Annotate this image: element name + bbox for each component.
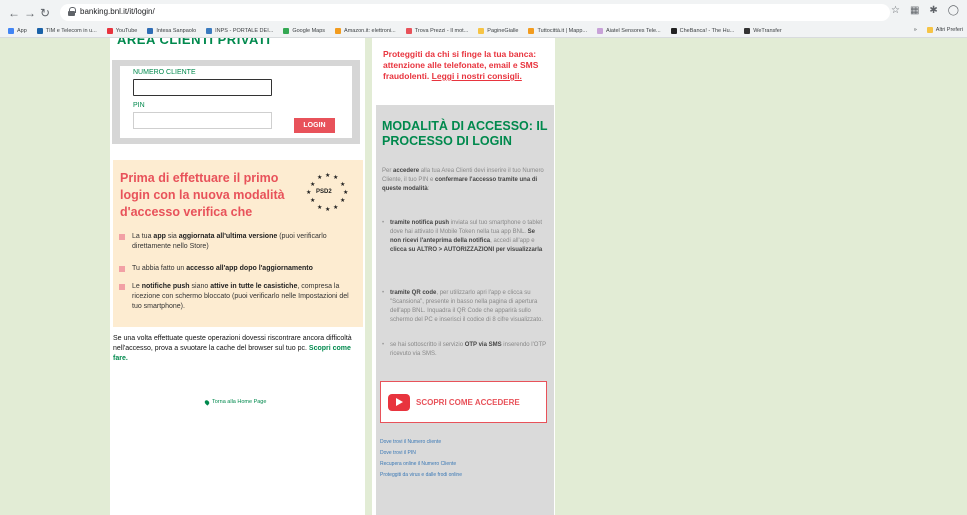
bookmark-paginegialle[interactable]: PagineGialle (478, 28, 518, 34)
other-bookmarks[interactable]: Altri Preferi (926, 27, 963, 33)
folder-icon (926, 27, 933, 33)
fraud-warning-link[interactable]: Leggi i nostri consigli. (432, 71, 522, 81)
access-mode-panel: MODALITÀ DI ACCESSO: IL PROCESSO DI LOGI… (376, 105, 554, 515)
browser-toolbar-icons: ☆ ▦ ✱ ◯ (891, 5, 959, 17)
lock-icon (68, 7, 76, 16)
link-client-number[interactable]: Dove trovi il Numero cliente (380, 439, 441, 445)
star-icon: ★ (333, 175, 339, 181)
chebanca-icon (670, 28, 677, 34)
link-recover-client-number[interactable]: Recupera online il Numero Cliente (380, 461, 456, 467)
bookmarks-more-icon[interactable]: » (914, 27, 917, 33)
login-form-inner: NUMERO CLIENTE PIN LOGIN (120, 66, 352, 138)
check-item-app-access: Tu abbia fatto un accesso all'app dopo l… (119, 264, 357, 274)
star-icon[interactable]: ☆ (891, 5, 900, 17)
bookmark-aiatel[interactable]: Aiatel Sensores Tele... (597, 28, 661, 34)
cache-help-text: Se una volta effettuate queste operazion… (113, 335, 352, 362)
back-arrow-icon[interactable]: ← (8, 6, 20, 20)
home-marker-icon (203, 398, 211, 406)
bookmarks-overflow: » Altri Preferi (914, 27, 963, 33)
paginegialle-icon (478, 28, 485, 34)
bookmark-amazon[interactable]: Amazon.it: elettroni... (335, 28, 396, 34)
star-icon: ★ (317, 175, 323, 181)
star-icon: ★ (310, 182, 316, 188)
psd2-label: PSD2 (316, 189, 332, 195)
discover-access-button[interactable]: SCOPRI COME ACCEDERE (380, 381, 547, 423)
access-mode-intro: Per accedere alla tua Area Clienti devi … (382, 168, 544, 192)
pin-label: PIN (133, 102, 145, 109)
wetransfer-icon (744, 28, 751, 34)
forward-arrow-icon[interactable]: → (24, 6, 36, 20)
bookmark-intesa[interactable]: Intesa Sanpaolo (147, 28, 196, 34)
reload-icon[interactable]: ↻ (40, 6, 50, 20)
link-fraud-protection[interactable]: Proteggiti da virus e dalle frodi online (380, 472, 462, 478)
star-icon: ★ (325, 207, 331, 213)
star-icon: ★ (340, 198, 346, 204)
psd2-info-box: Prima di effettuare il primo login con l… (113, 160, 363, 327)
psd2-stars-badge: ★ ★ ★ ★ ★ ★ ★ ★ ★ ★ ★ ★ PSD2 (305, 170, 351, 216)
bookmark-inps[interactable]: INPS - PORTALE DEI... (206, 28, 273, 34)
bookmarks-bar: App TIM e Telecom in u... YouTube Intesa… (0, 24, 967, 38)
star-icon: ★ (306, 190, 312, 196)
bookmark-apps[interactable]: App (8, 28, 27, 34)
browser-chrome: ← → ↻ banking.bnl.it/it/login/ ☆ ▦ ✱ ◯ A… (0, 0, 967, 38)
bookmark-tim[interactable]: TIM e Telecom in u... (36, 28, 97, 34)
home-page-link[interactable]: Torna alla Home Page (203, 398, 266, 406)
check-item-app-version: La tua app sia aggiornata all'ultima ver… (119, 232, 357, 252)
bookmark-chebanca[interactable]: CheBanca! - The Hu... (670, 28, 734, 34)
star-icon: ★ (310, 198, 316, 204)
extension-icon[interactable]: ▦ (910, 5, 919, 17)
discover-access-label: SCOPRI COME ACCEDERE (416, 397, 520, 407)
map-pin-icon (528, 28, 535, 34)
page-viewport: AREA CLIENTI PRIVATI NUMERO CLIENTE PIN … (0, 38, 967, 515)
star-icon: ★ (343, 190, 349, 196)
fraud-warning: Proteggiti da chi si finge la tua banca:… (383, 49, 539, 81)
client-number-input[interactable] (133, 79, 272, 96)
bookmark-youtube[interactable]: YouTube (106, 28, 137, 34)
amazon-icon (335, 28, 342, 34)
bookmark-wetransfer[interactable]: WeTransfer (744, 28, 782, 34)
url-text: banking.bnl.it/it/login/ (80, 7, 155, 16)
trovaprezzi-icon (405, 28, 412, 34)
access-mode-title: MODALITÀ DI ACCESSO: IL PROCESSO DI LOGI… (382, 119, 548, 148)
inps-icon (206, 28, 213, 34)
access-mode-push: tramite notifica push inviata sul tuo sm… (382, 219, 546, 255)
profile-icon[interactable]: ◯ (948, 5, 959, 17)
star-icon: ★ (333, 205, 339, 211)
youtube-icon (106, 28, 113, 34)
login-button[interactable]: LOGIN (294, 118, 335, 133)
check-item-push-notifications: Le notifiche push siano attive in tutte … (119, 282, 357, 312)
intesa-icon (147, 28, 154, 34)
tim-icon (36, 28, 43, 34)
access-mode-qr: tramite QR code, per utilizzarlo apri l'… (382, 289, 546, 325)
access-mode-otp: se hai sottoscritto il servizio OTP via … (382, 341, 546, 359)
client-number-label: NUMERO CLIENTE (133, 69, 196, 76)
map-pin-icon (283, 28, 290, 34)
puzzle-icon[interactable]: ✱ (929, 5, 937, 17)
area-clienti-title: AREA CLIENTI PRIVATI (117, 38, 271, 47)
info-title: Prima di effettuare il primo login con l… (120, 171, 285, 219)
aiatel-icon (597, 28, 604, 34)
youtube-play-icon (388, 393, 410, 411)
address-bar[interactable]: banking.bnl.it/it/login/ (60, 4, 890, 21)
star-icon: ★ (317, 205, 323, 211)
bookmark-google-maps[interactable]: Google Maps (283, 28, 325, 34)
bookmark-trovaprezzi[interactable]: Trova Prezzi - Il mot... (405, 28, 468, 34)
link-pin[interactable]: Dove trovi il PIN (380, 450, 416, 456)
apps-grid-icon (8, 28, 14, 34)
star-icon: ★ (325, 173, 331, 179)
bookmark-tuttocitta[interactable]: Tuttocittà.it | Mapp... (528, 28, 587, 34)
pin-input[interactable] (133, 112, 272, 129)
login-form: NUMERO CLIENTE PIN LOGIN (112, 60, 360, 144)
star-icon: ★ (340, 182, 346, 188)
